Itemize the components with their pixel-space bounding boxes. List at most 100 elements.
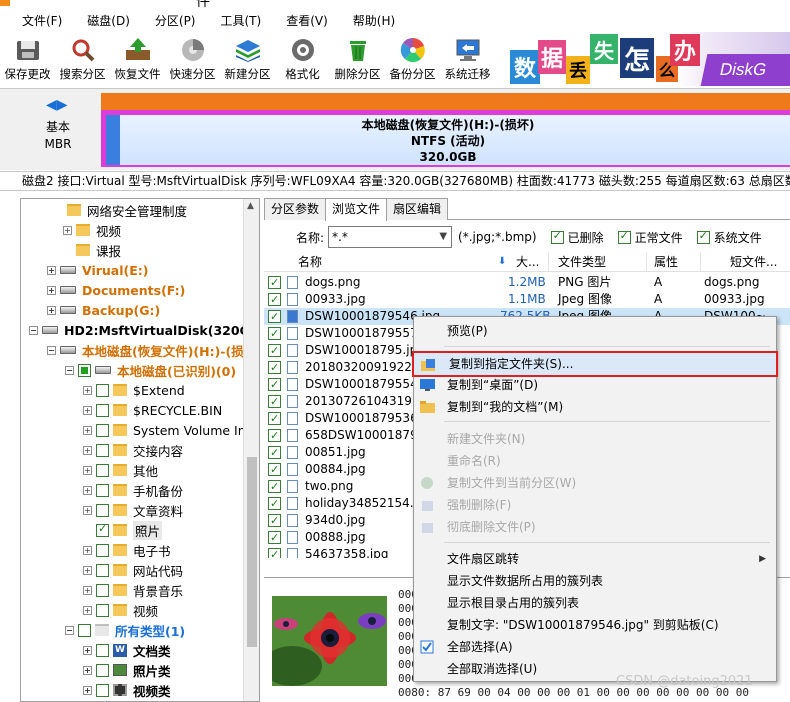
tree-item[interactable]: + $RECYCLE.BIN (83, 400, 222, 420)
tree-checkbox[interactable] (96, 503, 109, 517)
menu-copy-text[interactable]: 复制文字: "DSW10001879546.jpg" 到剪贴板(C) (414, 614, 776, 636)
tree-checkbox[interactable] (96, 483, 109, 497)
file-checkbox[interactable] (268, 274, 281, 291)
file-checkbox[interactable] (268, 512, 281, 529)
tab-partition-params[interactable]: 分区参数 (264, 198, 327, 220)
tree-checkbox[interactable] (96, 683, 109, 697)
tree-checkbox[interactable] (96, 403, 109, 417)
tree-item[interactable]: + Backup(G:) (47, 300, 160, 320)
collapse-icon[interactable]: − (29, 325, 38, 335)
expand-icon[interactable]: + (47, 305, 56, 315)
column-attr[interactable]: 属性 (654, 252, 678, 272)
tree-scrollbar[interactable]: ▲ (243, 199, 259, 701)
column-short-name[interactable]: 短文件... (730, 252, 777, 272)
expand-icon[interactable]: + (83, 545, 92, 555)
tree-checkbox[interactable] (78, 623, 91, 637)
menu-wipe-delete[interactable]: 彻底删除文件(P) (414, 516, 776, 538)
tree-checkbox[interactable] (96, 443, 109, 457)
name-filter-combo[interactable]: *.* ▼ (328, 226, 453, 248)
collapse-icon[interactable]: − (65, 625, 74, 635)
menu-show-root-clusters[interactable]: 显示根目录占用的簇列表 (414, 592, 776, 614)
expand-icon[interactable]: + (83, 465, 92, 475)
menu-show-file-clusters[interactable]: 显示文件数据所占用的簇列表 (414, 570, 776, 592)
expand-icon[interactable]: + (63, 225, 72, 235)
menu-new-folder[interactable]: 新建文件夹(N) (414, 428, 776, 450)
file-checkbox[interactable] (268, 393, 281, 410)
tree-item[interactable]: − 所有类型(1) (65, 620, 185, 640)
expand-icon[interactable]: + (47, 285, 56, 295)
chevron-down-icon[interactable]: ▼ (439, 227, 447, 247)
tree-item[interactable]: − HD2:MsftVirtualDisk(320GB) (29, 320, 259, 340)
file-row[interactable]: 00933.jpg 1.1MB Jpeg 图像 A 00933.jpg (264, 291, 790, 308)
file-checkbox[interactable] (268, 308, 281, 325)
tree-checkbox[interactable] (96, 663, 109, 677)
menu-file[interactable]: 文件(F) (4, 10, 71, 32)
expand-icon[interactable]: + (83, 485, 92, 495)
tree-checkbox[interactable] (96, 563, 109, 577)
column-name[interactable]: 名称 (298, 252, 322, 272)
tree-checkbox[interactable] (96, 583, 109, 597)
menu-help[interactable]: 帮助(H) (337, 10, 404, 32)
tree-item[interactable]: + Virual(E:) (47, 260, 149, 280)
collapse-icon[interactable]: − (65, 365, 74, 375)
file-checkbox[interactable] (268, 495, 281, 512)
tree-item[interactable]: + System Volume Information (83, 420, 259, 440)
column-size[interactable]: 大... (516, 252, 539, 272)
tree-checkbox[interactable] (96, 603, 109, 617)
menu-select-all[interactable]: 全部选择(A) (414, 636, 776, 658)
scroll-thumb[interactable] (247, 457, 257, 647)
save-changes-button[interactable]: 保存更改 (0, 32, 55, 86)
tree-item[interactable]: + 视频 (63, 220, 121, 240)
tab-browse-files[interactable]: 浏览文件 (325, 198, 388, 221)
menu-tools[interactable]: 工具(T) (205, 10, 271, 32)
file-checkbox[interactable] (268, 529, 281, 546)
tree-item[interactable]: 网络安全管理制度 (67, 200, 187, 220)
expand-icon[interactable]: + (83, 445, 92, 455)
tree-item[interactable]: + 网站代码 (83, 560, 183, 580)
menu-sector-jump[interactable]: 文件扇区跳转 ▶ (414, 548, 776, 570)
tree-checkbox[interactable] (96, 543, 109, 557)
tree-item[interactable]: + 视频 (83, 600, 158, 620)
expand-icon[interactable]: + (83, 385, 92, 395)
file-checkbox[interactable] (268, 461, 281, 478)
disk-nav-arrows[interactable]: ◀▶ (46, 97, 68, 113)
collapse-icon[interactable]: − (47, 345, 56, 355)
expand-icon[interactable]: + (83, 585, 92, 595)
recover-files-button[interactable]: 恢复文件 (110, 32, 165, 86)
tree-item[interactable]: + 文章资料 (83, 500, 183, 520)
sort-down-icon[interactable]: ⬇ (498, 252, 506, 272)
system-migration-button[interactable]: 系统迁移 (440, 32, 495, 86)
menu-copy-to-documents[interactable]: 复制到“我的文档”(M) (414, 396, 776, 418)
file-checkbox[interactable] (268, 410, 281, 427)
tree-item-selected[interactable]: 照片 (96, 520, 163, 540)
tree-item[interactable]: + 电子书 (83, 540, 171, 560)
tree-item[interactable]: + Documents(F:) (47, 280, 185, 300)
expand-icon[interactable]: + (83, 685, 92, 695)
file-checkbox[interactable] (268, 478, 281, 495)
scroll-up-icon[interactable]: ▲ (247, 201, 254, 211)
tree-item[interactable]: + 背景音乐 (83, 580, 183, 600)
menu-preview[interactable]: 预览(P) (414, 320, 776, 342)
tree-checkbox[interactable] (96, 643, 109, 657)
tree-item[interactable]: + 手机备份 (83, 480, 183, 500)
tree-item[interactable]: − 本地磁盘(已识别)(0) (65, 360, 236, 380)
new-partition-button[interactable]: 新建分区 (220, 32, 275, 86)
expand-icon[interactable]: + (83, 565, 92, 575)
file-checkbox[interactable] (268, 325, 281, 342)
deleted-checkbox[interactable] (550, 229, 564, 244)
backup-partition-button[interactable]: 备份分区 (385, 32, 440, 86)
file-checkbox[interactable] (268, 444, 281, 461)
tab-sector-edit[interactable]: 扇区编辑 (386, 198, 449, 220)
menu-partition[interactable]: 分区(P) (139, 10, 205, 32)
expand-icon[interactable]: + (83, 505, 92, 515)
tree-item[interactable]: − 本地磁盘(恢复文件)(H:)-(损坏) (47, 340, 259, 360)
tree-item[interactable]: + $Extend (83, 380, 185, 400)
expand-icon[interactable]: + (47, 265, 56, 275)
file-checkbox[interactable] (268, 359, 281, 376)
file-checkbox[interactable] (268, 376, 281, 393)
menu-copy-to-desktop[interactable]: 复制到“桌面”(D) (414, 374, 776, 396)
normal-files-checkbox[interactable] (617, 229, 631, 244)
tree-checkbox[interactable] (96, 423, 109, 437)
expand-icon[interactable]: + (83, 665, 92, 675)
menu-rename[interactable]: 重命名(R) (414, 450, 776, 472)
